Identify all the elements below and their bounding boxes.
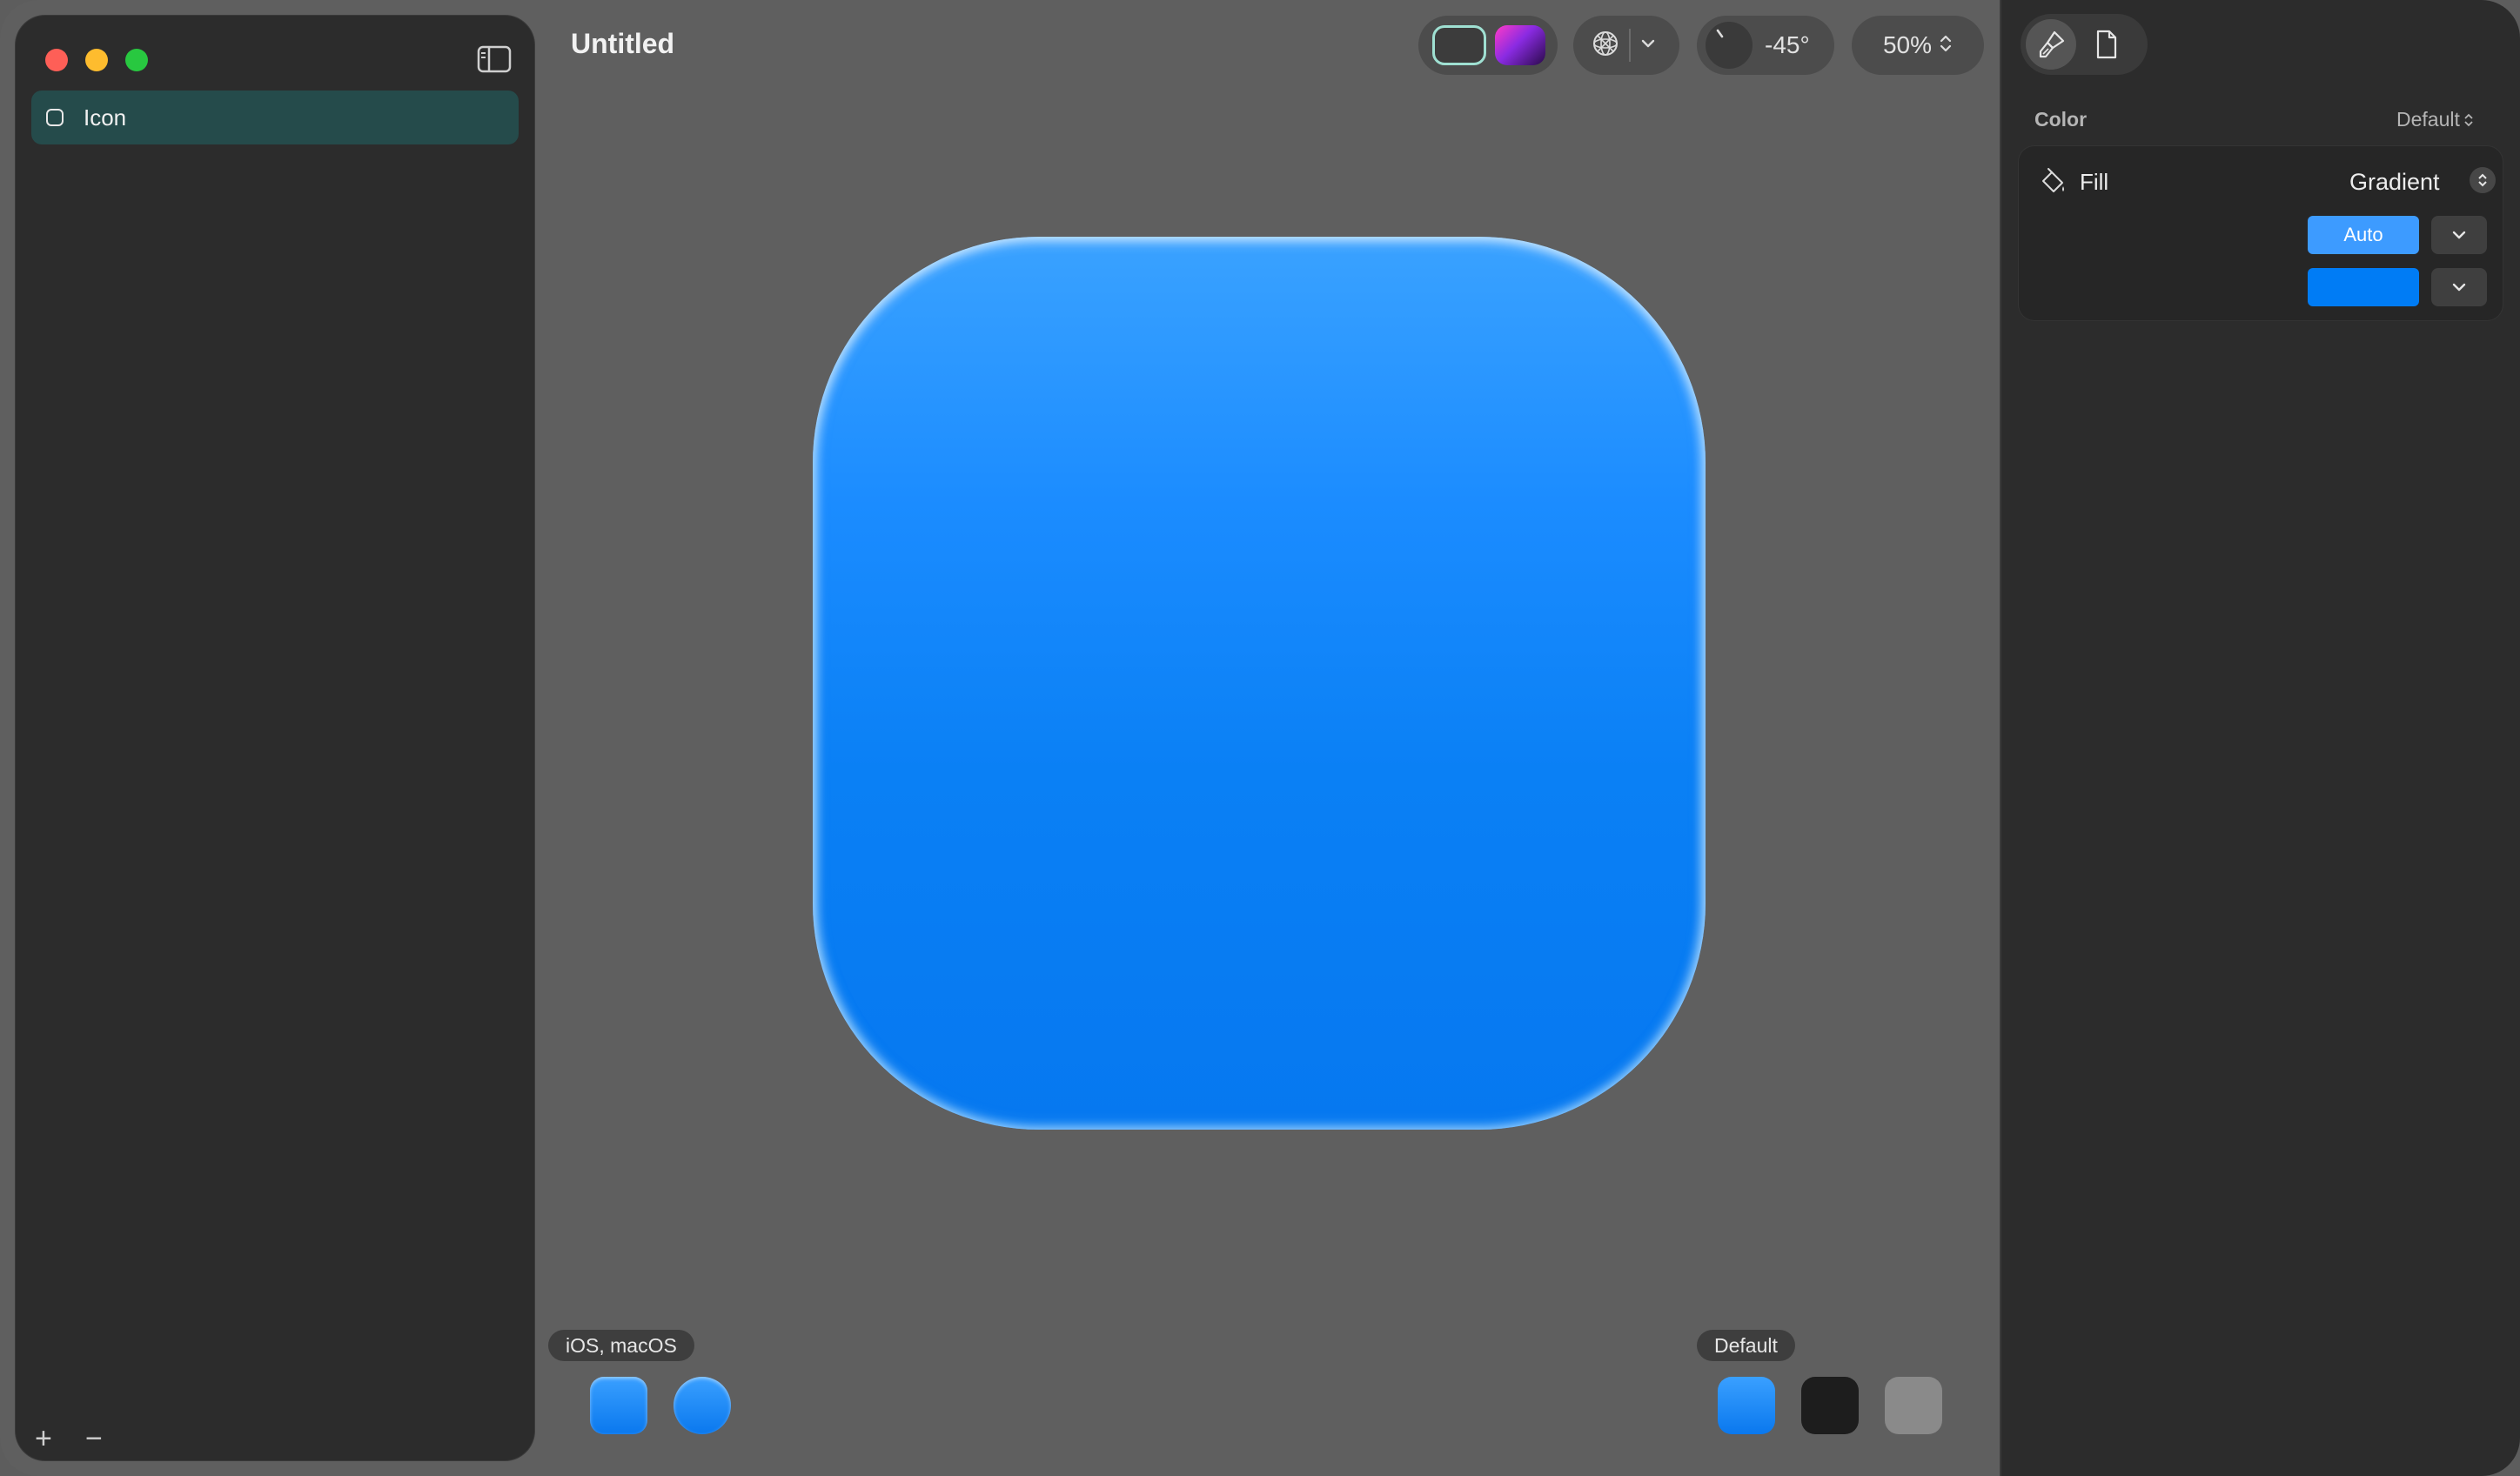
variant-thumbnail-mono[interactable] xyxy=(1885,1377,1942,1434)
close-window-button[interactable] xyxy=(45,49,68,71)
light-sphere-icon[interactable] xyxy=(1591,29,1620,63)
appearance-default-button[interactable] xyxy=(1432,25,1486,65)
color-preset-value: Default xyxy=(2396,108,2460,131)
sidebar-item-icon[interactable]: Icon xyxy=(31,91,519,144)
inspector-tabs xyxy=(2021,14,2148,75)
paintbrush-icon[interactable] xyxy=(2026,19,2076,70)
add-layer-button[interactable]: + xyxy=(35,1424,52,1453)
document-icon[interactable] xyxy=(2081,19,2132,70)
sidebar-item-label: Icon xyxy=(84,104,127,131)
fill-label: Fill xyxy=(2080,169,2109,195)
auto-color-button[interactable]: Auto xyxy=(2308,216,2419,254)
light-angle-control[interactable]: -45° xyxy=(1697,16,1834,75)
chevron-down-icon[interactable] xyxy=(2431,216,2487,254)
zoom-control[interactable]: 50% xyxy=(1852,16,1984,75)
zoom-value: 50% xyxy=(1882,31,1933,58)
square-icon xyxy=(45,108,64,127)
platform-label: iOS, macOS xyxy=(548,1330,694,1361)
light-angle-value: -45° xyxy=(1765,31,1810,58)
sidebar: Icon + − xyxy=(16,16,534,1460)
platform-thumbnail-circle[interactable] xyxy=(674,1377,731,1434)
fill-card: Fill Gradient Auto xyxy=(2019,146,2503,320)
stepper-icon xyxy=(2464,113,2473,126)
platform-thumbnail-square[interactable] xyxy=(590,1377,647,1434)
angle-dial[interactable] xyxy=(1706,22,1753,69)
inspector-panel: Color Default Fill Gradient Auto xyxy=(2000,0,2520,1476)
color-swatch-button[interactable] xyxy=(2308,268,2419,306)
chevron-down-icon[interactable] xyxy=(2431,268,2487,306)
minimize-window-button[interactable] xyxy=(85,49,108,71)
chevron-down-icon[interactable] xyxy=(1639,37,1657,54)
appearance-mode-switcher xyxy=(1418,16,1558,75)
color-preset-select[interactable]: Default xyxy=(2396,108,2474,131)
variant-thumbnail-default[interactable] xyxy=(1718,1377,1775,1434)
lighting-control xyxy=(1573,16,1679,75)
icon-preview-canvas[interactable] xyxy=(813,237,1706,1130)
document-title: Untitled xyxy=(571,28,675,59)
sidebar-toggle-icon[interactable] xyxy=(477,45,512,73)
fill-mode-stepper-icon[interactable] xyxy=(2470,167,2496,193)
maximize-window-button[interactable] xyxy=(125,49,148,71)
appearance-dark-button[interactable] xyxy=(1495,25,1545,65)
variant-thumbnail-dark[interactable] xyxy=(1801,1377,1859,1434)
color-section-label: Color xyxy=(2034,108,2088,131)
fill-mode-value[interactable]: Gradient xyxy=(2349,169,2440,196)
paint-bucket-icon xyxy=(2038,167,2068,197)
remove-layer-button[interactable]: − xyxy=(85,1424,103,1453)
toolbar-divider xyxy=(1629,29,1631,62)
variant-label: Default xyxy=(1697,1330,1795,1361)
stepper-icon[interactable] xyxy=(1939,32,1953,59)
app-window: Icon + − Untitled -45° 50% iOS, macOS De… xyxy=(0,0,2520,1476)
